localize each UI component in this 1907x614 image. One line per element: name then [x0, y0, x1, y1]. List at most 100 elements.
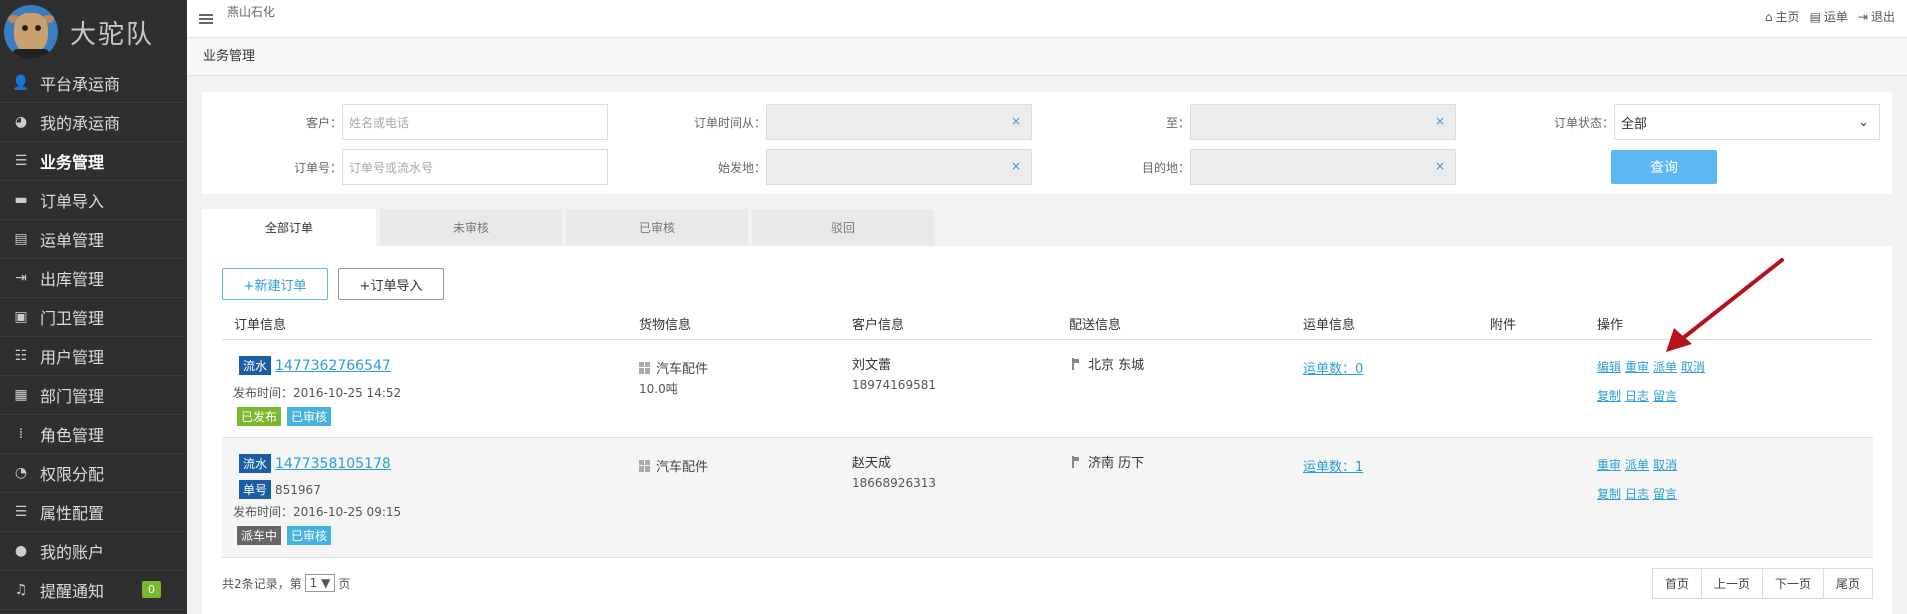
cancel-link[interactable]: 取消 [1653, 458, 1677, 472]
header-order-info: 订单信息 [234, 318, 287, 333]
sidebar-item-my-account[interactable]: ● 我的账户 [0, 532, 187, 571]
page-title: 业务管理 [187, 38, 1907, 76]
edit-link[interactable]: 编辑 [1597, 360, 1621, 374]
query-button[interactable]: 查询 [1611, 150, 1717, 184]
goods-name: 汽车配件 [656, 460, 709, 475]
sidebar-item-label: 业务管理 [40, 153, 105, 172]
tab-all-orders[interactable]: 全部订单 [202, 209, 376, 246]
first-page-button[interactable]: 首页 [1651, 568, 1702, 599]
order-status-value: 全部 [1621, 116, 1648, 132]
home-icon: ⌂ [1764, 9, 1773, 24]
prev-page-button[interactable]: 上一页 [1700, 568, 1763, 599]
message-link[interactable]: 留言 [1653, 389, 1677, 403]
header-delivery-info: 配送信息 [1069, 318, 1122, 333]
serial-tag: 流水 [239, 454, 272, 473]
camel-avatar-logo [4, 5, 58, 59]
menu-toggle-icon[interactable] [199, 12, 213, 26]
orders-panel: +新建订单 +订单导入 订单信息 货物信息 客户信息 配送信息 运单信息 附件 … [202, 246, 1892, 614]
customer-phone: 18974169581 [852, 378, 936, 392]
order-status-select[interactable]: 全部 ⌄ [1614, 104, 1880, 140]
pagination: 首页 上一页 下一页 尾页 [1651, 568, 1873, 599]
order-no-input[interactable]: 订单号或流水号 [342, 149, 608, 185]
sidebar-item-label: 订单导入 [40, 192, 105, 211]
page-select[interactable]: 1 ▼ [304, 574, 336, 592]
clear-icon[interactable]: × [1435, 159, 1445, 173]
clear-icon[interactable]: × [1435, 114, 1445, 128]
user-icon: 👤 [12, 75, 30, 91]
dispatch-link[interactable]: 派单 [1653, 360, 1677, 374]
sidebar-item-guard[interactable]: ▣ 门卫管理 [0, 298, 187, 337]
waybill-count-link[interactable]: 运单数：0 [1303, 362, 1363, 377]
publish-time: 发布时间：2016-10-25 14:52 [233, 386, 402, 400]
import-order-button[interactable]: +订单导入 [338, 268, 444, 300]
dispatch-link[interactable]: 派单 [1625, 458, 1649, 472]
sidebar-item-order-import[interactable]: ▬ 订单导入 [0, 181, 187, 220]
log-link[interactable]: 日志 [1625, 389, 1649, 403]
waybill-link[interactable]: ▤ 运单 [1810, 8, 1848, 25]
message-link[interactable]: 留言 [1653, 487, 1677, 501]
logout-link-label: 退出 [1870, 10, 1895, 24]
last-page-button[interactable]: 尾页 [1822, 568, 1873, 599]
sidebar-item-roles[interactable]: ⁞ 角色管理 [0, 415, 187, 454]
sidebar: 大驼队 👤 平台承运商 ◕ 我的承运商 ☰ 业务管理 ▬ 订单导入 ▤ 运单管理 ⇥ 出库管… [0, 0, 187, 614]
header-goods-info: 货物信息 [639, 318, 692, 333]
tab-reviewed[interactable]: 已审核 [566, 209, 748, 246]
list-icon: ☰ [14, 153, 28, 169]
flag-icon [1072, 455, 1080, 468]
publish-time: 发布时间：2016-10-25 09:15 [233, 505, 402, 519]
clear-icon[interactable]: × [1011, 159, 1021, 173]
pie-icon: ◕ [14, 114, 28, 130]
waybill-count-link[interactable]: 运单数：1 [1303, 460, 1363, 475]
copy-link[interactable]: 复制 [1597, 389, 1621, 403]
dashboard-icon: ◔ [14, 465, 28, 481]
home-link[interactable]: ⌂ 主页 [1765, 8, 1800, 25]
destination-input[interactable]: × [1190, 149, 1456, 185]
filter-panel: 客户： 姓名或电话 订单时间从： × 至： × 订单状态： 全部 ⌄ 订单号： 订… [202, 92, 1892, 194]
sidebar-item-my-carrier[interactable]: ◕ 我的承运商 [0, 103, 187, 142]
re-review-link[interactable]: 重审 [1625, 360, 1649, 374]
logout-link[interactable]: ⇥ 退出 [1858, 8, 1895, 25]
origin-input[interactable]: × [766, 149, 1032, 185]
chevron-down-icon: ⌄ [1858, 114, 1869, 130]
dots-grid-icon: ⁞ [18, 426, 24, 442]
order-serial-link[interactable]: 1477358105178 [275, 456, 391, 472]
sidebar-item-waybill[interactable]: ▤ 运单管理 [0, 220, 187, 259]
folder-icon: ▬ [14, 192, 28, 208]
sidebar-item-label: 属性配置 [40, 504, 105, 523]
tab-rejected[interactable]: 驳回 [752, 209, 934, 246]
list-icon: ☰ [14, 504, 28, 520]
pagination-prefix: 共2条记录，第 [222, 576, 302, 591]
cancel-link[interactable]: 取消 [1681, 360, 1705, 374]
sidebar-item-permissions[interactable]: ◔ 权限分配 [0, 454, 187, 493]
sidebar-item-label: 部门管理 [40, 387, 105, 406]
sidebar-item-label: 门卫管理 [40, 309, 105, 328]
sidebar-item-label: 出库管理 [40, 270, 105, 289]
clear-icon[interactable]: × [1011, 114, 1021, 128]
sidebar-item-business[interactable]: ☰ 业务管理 [0, 142, 187, 181]
customer-name: 赵天成 [852, 456, 892, 471]
customer-name: 刘文蕾 [852, 358, 892, 373]
sidebar-item-attributes[interactable]: ☰ 属性配置 [0, 493, 187, 532]
order-time-to-input[interactable]: × [1190, 104, 1456, 140]
order-time-from-input[interactable]: × [766, 104, 1032, 140]
log-link[interactable]: 日志 [1625, 487, 1649, 501]
sidebar-item-users[interactable]: ☷ 用户管理 [0, 337, 187, 376]
re-review-link[interactable]: 重审 [1597, 458, 1621, 472]
customer-input[interactable]: 姓名或电话 [342, 104, 608, 140]
sidebar-item-outbound[interactable]: ⇥ 出库管理 [0, 259, 187, 298]
table-row: 流水 1477358105178 单号 851967 发布时间：2016-10-… [222, 438, 1873, 558]
exit-icon: ⇥ [15, 270, 27, 286]
sidebar-item-platform-carrier[interactable]: 👤 平台承运商 [0, 64, 187, 103]
new-order-button[interactable]: +新建订单 [222, 268, 328, 300]
document-icon: ▤ [1809, 9, 1821, 24]
sidebar-item-departments[interactable]: ▦ 部门管理 [0, 376, 187, 415]
order-time-to-label: 至： [1165, 115, 1190, 130]
next-page-button[interactable]: 下一页 [1761, 568, 1824, 599]
goods-name: 汽车配件 [656, 362, 709, 377]
order-no-label: 订单号： [293, 160, 342, 175]
number-tag: 单号 [239, 480, 272, 499]
tab-unreviewed[interactable]: 未审核 [380, 209, 562, 246]
order-serial-link[interactable]: 1477362766547 [275, 358, 391, 374]
sidebar-item-notifications[interactable]: ♫ 提醒通知 0 [0, 571, 187, 610]
copy-link[interactable]: 复制 [1597, 487, 1621, 501]
